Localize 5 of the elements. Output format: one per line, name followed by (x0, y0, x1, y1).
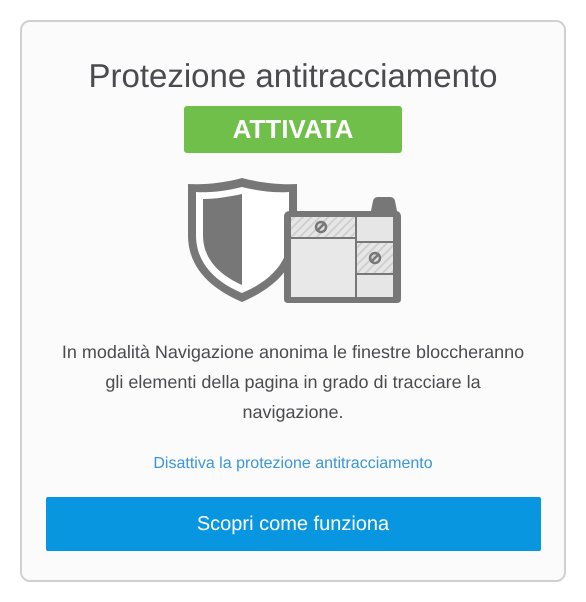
panel-title: Protezione antitracciamento (88, 56, 498, 96)
learn-more-button[interactable]: Scopri come funziona (46, 497, 540, 551)
disable-protection-link[interactable]: Disattiva la protezione antitracciamento (153, 455, 433, 473)
description-text: In modalità Navigazione anonima le finestre bloccheranno gli elementi della pagina in grado di tracciare la navigazione. (60, 341, 526, 424)
status-label: ATTIVATA (184, 106, 402, 153)
